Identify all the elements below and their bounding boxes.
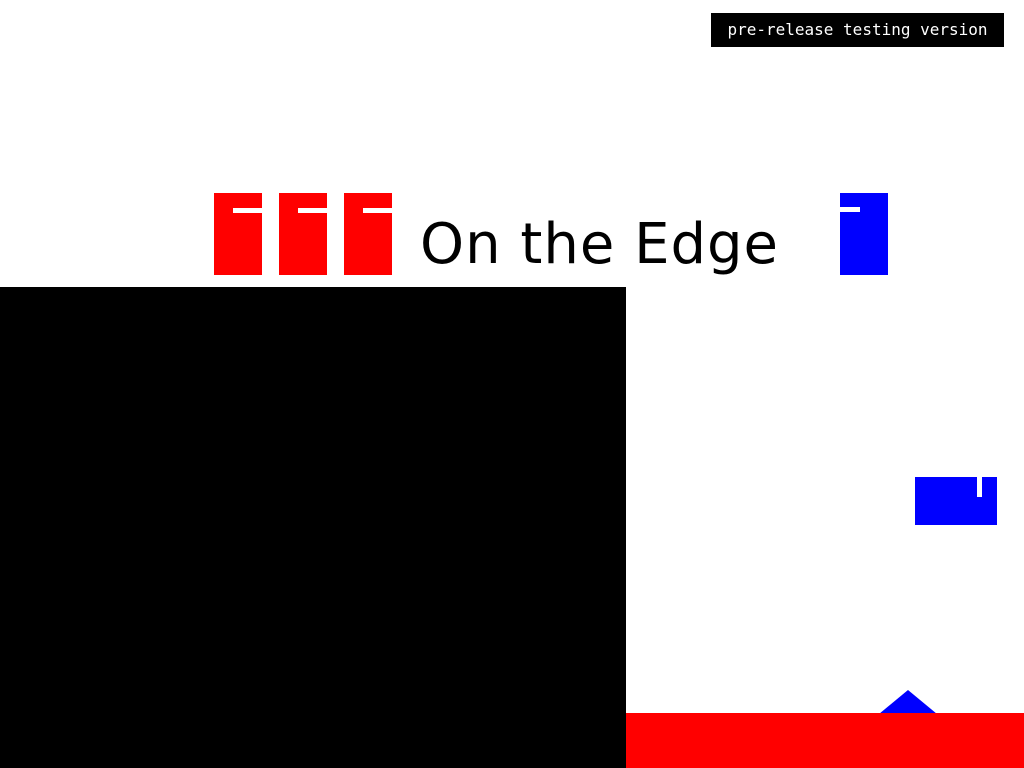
red-life-block-3 (344, 193, 392, 275)
red-life-block-2 (279, 193, 327, 275)
spike-hazard (879, 690, 937, 714)
red-floor (626, 713, 1024, 768)
build-badge: pre-release testing version (711, 13, 1004, 47)
red-life-block-1 (214, 193, 262, 275)
black-wall (0, 287, 626, 768)
blue-life-block (840, 193, 888, 275)
player-block (915, 477, 997, 525)
game-title: On the Edge (420, 212, 780, 277)
